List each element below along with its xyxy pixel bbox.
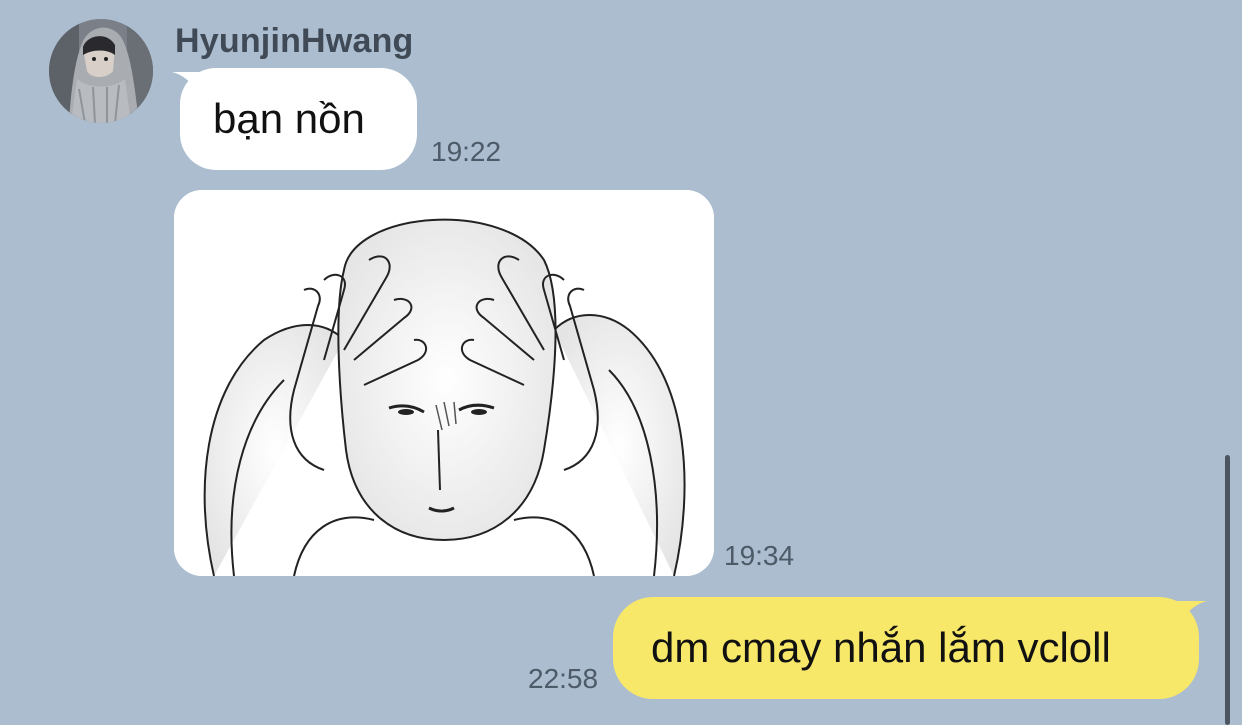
- stressed-man-holding-head-sticker-icon: [174, 190, 714, 576]
- bubble-tail-icon: [172, 72, 202, 94]
- message-text: dm cmay nhắn lắm vcloll: [651, 624, 1111, 671]
- message-timestamp: 22:58: [528, 663, 599, 694]
- sticker-message[interactable]: [174, 190, 714, 576]
- message-timestamp: 19:22: [431, 136, 502, 167]
- message-timestamp: 19:34: [724, 540, 795, 571]
- message-text: bạn nồn: [213, 95, 365, 142]
- incoming-message-bubble[interactable]: bạn nồn: [172, 68, 417, 170]
- chat-scrollbar[interactable]: [1225, 455, 1230, 725]
- sender-avatar[interactable]: [49, 19, 153, 123]
- bubble-tail-icon: [1177, 601, 1207, 623]
- outgoing-message-bubble[interactable]: dm cmay nhắn lắm vcloll: [613, 597, 1207, 699]
- profile-photo-icon: [49, 19, 153, 123]
- sender-name[interactable]: HyunjinHwang: [175, 22, 414, 61]
